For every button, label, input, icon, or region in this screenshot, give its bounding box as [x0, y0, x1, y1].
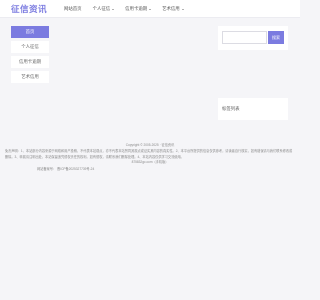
nav-item-art-credit[interactable]: 艺术信用: [162, 6, 184, 12]
sidebar-menu: 首页 个人征信 信用卡逾期 艺术信用: [11, 26, 49, 86]
tags-widget: 标签列表: [218, 98, 288, 120]
disclaimer-text: 免责声明：1、本站部分内容来源于网络和用户投稿，不代表本站观点，亦不代表本站赞同…: [5, 149, 293, 159]
main-content-area: [56, 26, 210, 106]
main-nav: 网站首页 个人征信 信用卡逾期 艺术信用: [64, 6, 195, 12]
chevron-down-icon: [112, 8, 115, 10]
top-navbar: 征信资讯 网站首页 个人征信 信用卡逾期 艺术信用: [0, 0, 300, 18]
sidebar-item-credit-card-overdue[interactable]: 信用卡逾期: [11, 56, 49, 68]
nav-item-label: 艺术信用: [162, 6, 180, 11]
nav-item-label: 网站首页: [64, 6, 82, 11]
sidebar-item-personal-credit[interactable]: 个人征信: [11, 41, 49, 53]
sidebar-item-art-credit[interactable]: 艺术信用: [11, 71, 49, 83]
nav-item-label: 个人征信: [92, 6, 111, 11]
page-footer: Copyright © 2005-2025 · 征信资讯 免责声明：1、本站部分…: [0, 143, 300, 175]
nav-item-label: 信用卡逾期: [125, 6, 148, 11]
tags-title: 标签列表: [222, 106, 240, 111]
search-input[interactable]: [222, 31, 267, 44]
nav-item-home[interactable]: 网站首页: [64, 6, 82, 12]
search-button[interactable]: 搜索: [268, 31, 284, 44]
chevron-down-icon: [149, 8, 152, 10]
chevron-down-icon: [181, 8, 184, 10]
site-info-link[interactable]: 875832gc.com（手机版）: [0, 160, 300, 165]
copyright-text: Copyright © 2005-2025 · 征信资讯: [125, 143, 175, 147]
nav-item-personal-credit[interactable]: 个人征信: [93, 6, 115, 12]
sidebar-item-home[interactable]: 首页: [11, 26, 49, 38]
search-widget: 搜索: [218, 26, 288, 50]
icp-record-link[interactable]: 网站备案号： 晋ICP备2025327739号-24: [0, 167, 300, 172]
nav-item-credit-card-overdue[interactable]: 信用卡逾期: [125, 6, 152, 12]
site-logo[interactable]: 征信资讯: [11, 3, 47, 15]
